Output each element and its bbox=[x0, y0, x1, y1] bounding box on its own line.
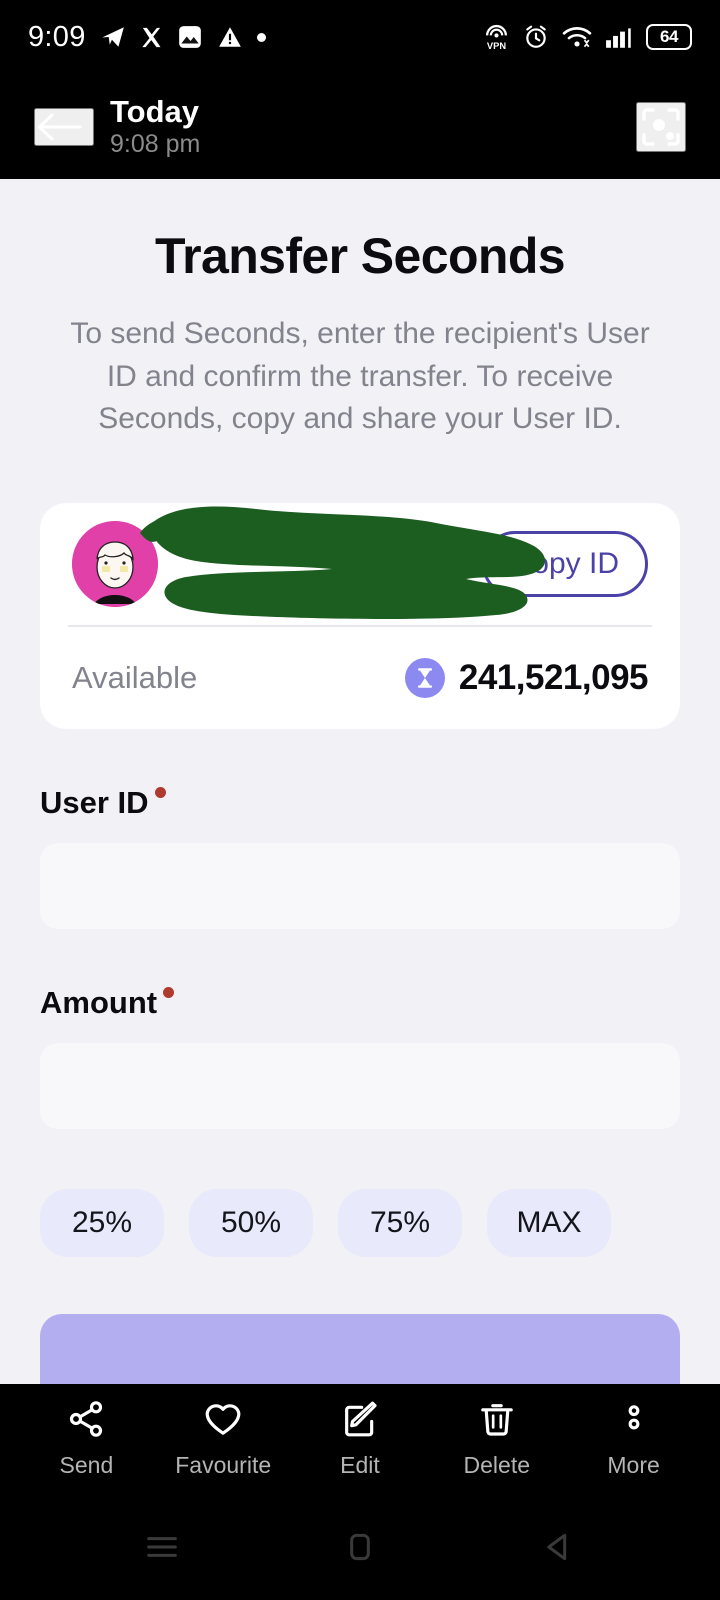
action-favourite[interactable]: Favourite bbox=[163, 1399, 283, 1479]
share-icon bbox=[66, 1399, 106, 1442]
dot-indicator-icon bbox=[256, 32, 266, 42]
vpn-icon: VPN bbox=[483, 24, 510, 51]
copy-id-button[interactable]: Copy ID bbox=[481, 530, 648, 597]
telegram-icon bbox=[100, 24, 126, 50]
profile-card: Copy ID Available 241,521,095 bbox=[40, 502, 680, 729]
heart-icon bbox=[203, 1399, 243, 1442]
app-bar-title: Today bbox=[110, 93, 199, 129]
chip-25-percent[interactable]: 25% bbox=[40, 1188, 164, 1257]
wifi-icon bbox=[562, 24, 592, 50]
android-nav-bar bbox=[0, 1494, 720, 1600]
user-id-label: User ID bbox=[40, 784, 149, 820]
page-title: Transfer Seconds bbox=[154, 228, 566, 284]
cellular-signal-icon bbox=[605, 24, 633, 50]
available-label: Available bbox=[72, 659, 198, 695]
chip-max[interactable]: MAX bbox=[487, 1188, 611, 1257]
action-delete[interactable]: Delete bbox=[437, 1399, 557, 1479]
balance-wrap: 241,521,095 bbox=[404, 657, 649, 698]
action-favourite-label: Favourite bbox=[175, 1452, 272, 1478]
app-bar-subtitle: 9:08 pm bbox=[110, 129, 201, 158]
page-description: To send Seconds, enter the recipient's U… bbox=[70, 317, 650, 436]
battery-icon: 64 bbox=[646, 24, 692, 50]
action-edit[interactable]: Edit bbox=[300, 1399, 420, 1479]
alarm-icon bbox=[523, 24, 549, 50]
status-clock: 9:09 bbox=[28, 20, 86, 53]
amount-label-row: Amount bbox=[40, 985, 680, 1021]
main-content: Transfer Seconds To send Seconds, enter … bbox=[0, 179, 720, 1384]
action-more[interactable]: More bbox=[574, 1399, 694, 1479]
user-id-label-row: User ID bbox=[40, 785, 680, 821]
submit-transfer-button[interactable] bbox=[40, 1313, 680, 1384]
action-more-label: More bbox=[607, 1452, 660, 1478]
profile-card-header: Copy ID bbox=[72, 503, 648, 625]
avatar bbox=[72, 520, 158, 607]
amount-input[interactable] bbox=[40, 1042, 680, 1129]
app-bar: Today 9:08 pm bbox=[0, 74, 720, 179]
x-logo-icon bbox=[140, 26, 163, 49]
phone-screen: 9:09 VPN 64 Today 9:08 pm Transfer Secon… bbox=[0, 0, 720, 1600]
amount-field-group: Amount bbox=[40, 985, 680, 1129]
status-bar-right: VPN 64 bbox=[483, 24, 692, 51]
back-arrow-icon[interactable] bbox=[34, 107, 94, 146]
action-edit-label: Edit bbox=[340, 1452, 380, 1478]
edit-pencil-icon bbox=[340, 1399, 380, 1442]
balance-amount: 241,521,095 bbox=[458, 657, 649, 697]
action-send-label: Send bbox=[59, 1452, 114, 1478]
required-dot-icon bbox=[154, 786, 166, 798]
gallery-icon bbox=[177, 24, 203, 50]
balance-row: Available 241,521,095 bbox=[72, 627, 649, 729]
more-vertical-icon bbox=[614, 1399, 654, 1442]
trash-icon bbox=[477, 1399, 517, 1442]
action-send[interactable]: Send bbox=[26, 1399, 146, 1479]
back-triangle-icon[interactable] bbox=[528, 1517, 588, 1577]
chip-50-percent[interactable]: 50% bbox=[189, 1188, 313, 1257]
action-delete-label: Delete bbox=[463, 1452, 531, 1478]
home-icon[interactable] bbox=[330, 1517, 390, 1577]
user-id-field-group: User ID bbox=[40, 785, 680, 929]
quick-amount-chips: 25% 50% 75% MAX bbox=[40, 1188, 680, 1257]
warning-triangle-icon bbox=[217, 24, 243, 50]
status-bar-left: 9:09 bbox=[28, 21, 266, 54]
required-dot-icon bbox=[163, 986, 175, 998]
bottom-action-bar: Send Favourite Edit Delete More bbox=[0, 1384, 720, 1494]
recents-icon[interactable] bbox=[132, 1517, 192, 1577]
svg-text:VPN: VPN bbox=[487, 40, 506, 50]
user-id-input[interactable] bbox=[40, 842, 680, 929]
status-bar: 9:09 VPN 64 bbox=[0, 0, 720, 74]
app-bar-titles: Today 9:08 pm bbox=[110, 93, 201, 159]
hourglass-coin-icon bbox=[404, 657, 445, 698]
amount-label: Amount bbox=[40, 984, 158, 1020]
chip-75-percent[interactable]: 75% bbox=[338, 1188, 462, 1257]
lens-scan-icon[interactable] bbox=[636, 101, 686, 152]
